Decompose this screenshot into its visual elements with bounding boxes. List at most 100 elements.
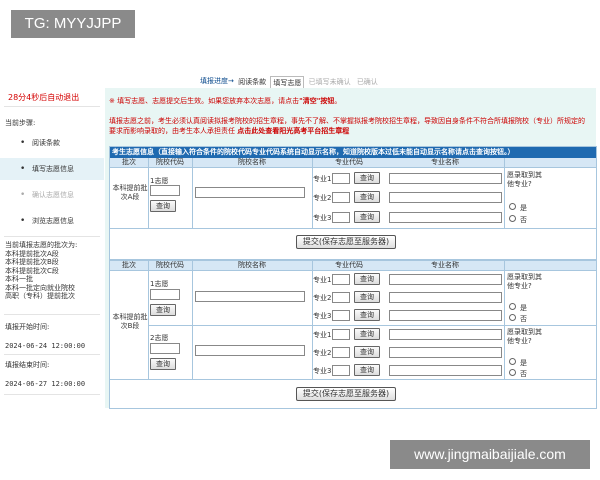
watermark-top: TG: MYYJJPP: [11, 10, 135, 38]
divider: [148, 325, 596, 326]
submit-button[interactable]: 提交(保存志愿至服务器): [296, 235, 396, 249]
accept-no-radio[interactable]: [509, 215, 516, 222]
query-school-button[interactable]: 查询: [150, 200, 176, 212]
sidebar-step-label: 阅读条款: [32, 139, 60, 147]
school-name-input[interactable]: [195, 187, 305, 198]
major-label: 专业1: [313, 276, 332, 284]
submit-button[interactable]: 提交(保存志愿至服务器): [296, 387, 396, 401]
school-code-input[interactable]: [150, 185, 180, 196]
major-code-input[interactable]: [332, 173, 350, 184]
query-school-button[interactable]: 查询: [150, 304, 176, 316]
school-name-input[interactable]: [195, 291, 305, 302]
divider: [110, 379, 596, 380]
tab-read-terms[interactable]: 阅读条款: [236, 76, 268, 88]
choice-panel-b: 批次 院校代码 院校名称 专业代码 专业名称 本科提前批次B段 1志愿 查询 专…: [109, 260, 597, 409]
query-major-button[interactable]: 查询: [354, 191, 380, 203]
sidebar-step-browse-choices[interactable]: • 浏览志愿信息: [0, 210, 104, 232]
end-time-value: 2024-06-27 12:00:00: [5, 380, 86, 388]
major-name-input[interactable]: [389, 347, 502, 358]
query-major-button[interactable]: 查询: [354, 291, 380, 303]
header-batch: 批次: [122, 261, 136, 269]
major-name-input[interactable]: [389, 173, 502, 184]
query-major-button[interactable]: 查询: [354, 346, 380, 358]
accept-yes-radio[interactable]: [509, 358, 516, 365]
choice-panel-a: 考生志愿信息（直接输入符合条件的院校代码专业代码系统自动显示名称，知道院校版本过…: [109, 146, 597, 260]
sidebar-step-label: 确认志愿信息: [32, 191, 74, 199]
divider: [110, 228, 596, 229]
major-label: 专业3: [313, 312, 332, 320]
progress-head: 填报进度→: [200, 77, 234, 85]
notice-rules: 填报志愿之前，考生必须认真阅读拟报考院校的招生章程，事先不了解、不掌握拟报考院校…: [109, 116, 587, 136]
batch-list-title: 当前填报志愿的批次为:: [5, 241, 78, 249]
query-major-button[interactable]: 查询: [354, 309, 380, 321]
sidebar-step-label: 填写志愿信息: [32, 165, 74, 173]
major-name-input[interactable]: [389, 274, 502, 285]
sidebar: 28分4秒后自动退出 当前步骤: • 阅读条款 • 填写志愿信息 • 确认志愿信…: [0, 86, 104, 404]
header-major-code: 专业代码: [335, 158, 363, 166]
major-code-input[interactable]: [332, 292, 350, 303]
accept-yes-radio[interactable]: [509, 303, 516, 310]
header-major-code: 专业代码: [335, 261, 363, 269]
admission-rules-link[interactable]: 点击此处查看阳光高考平台招生章程: [237, 127, 349, 135]
accept-yes-radio[interactable]: [509, 203, 516, 210]
bullet-icon: •: [20, 138, 26, 148]
query-major-button[interactable]: 查询: [354, 172, 380, 184]
batch-list: 当前填报志愿的批次为: 本科提前批次A段 本科提前批次B段 本科提前批次C段 本…: [5, 241, 77, 301]
batch-list-item: 本科一批: [5, 275, 33, 283]
divider: [148, 158, 149, 228]
batch-list-item: 本科提前批次A段: [5, 249, 59, 258]
progress-nav: 填报进度→ 阅读条款 填写志愿 已填写未确认 已确认: [200, 76, 380, 89]
major-code-input[interactable]: [332, 274, 350, 285]
major-name-input[interactable]: [389, 212, 502, 223]
steps-title: 当前步骤:: [5, 119, 36, 127]
accept-yes-label: 是: [520, 304, 527, 312]
countdown-timer: 28分4秒后自动退出: [8, 93, 80, 102]
major-code-input[interactable]: [332, 347, 350, 358]
header-major-name: 专业名称: [431, 261, 459, 269]
batch-list-item: 高职（专科）提前批次: [5, 292, 75, 300]
divider: [504, 158, 505, 228]
accept-no-radio[interactable]: [509, 369, 516, 376]
main-content: ※ 填写志愿、志愿提交后生效。如果您放弃本次志愿，请点击"清空"按钮。 填报志愿…: [105, 88, 597, 409]
major-code-input[interactable]: [332, 192, 350, 203]
accept-no-label: 否: [520, 370, 527, 378]
header-name: 院校名称: [238, 158, 266, 166]
accept-other-question: 愿录取到其他专业?: [507, 273, 542, 290]
divider: [148, 261, 149, 379]
start-time-label: 填报开始时间:: [5, 323, 50, 331]
query-school-button[interactable]: 查询: [150, 358, 176, 370]
header-code: 院校代码: [156, 261, 184, 269]
query-major-button[interactable]: 查询: [354, 273, 380, 285]
panel-title: 考生志愿信息（直接输入符合条件的院校代码专业代码系统自动显示名称，知道院校版本过…: [110, 147, 596, 158]
school-code-input[interactable]: [150, 289, 180, 300]
accept-no-radio[interactable]: [509, 314, 516, 321]
major-code-input[interactable]: [332, 310, 350, 321]
major-label: 专业3: [313, 367, 332, 375]
accept-other-question: 愿录取到其他专业?: [507, 171, 542, 188]
major-name-input[interactable]: [389, 192, 502, 203]
tab-confirmed: 已确认: [356, 78, 378, 86]
sidebar-step-read-terms[interactable]: • 阅读条款: [0, 132, 104, 154]
query-major-button[interactable]: 查询: [354, 328, 380, 340]
school-name-input[interactable]: [195, 345, 305, 356]
accept-yes-label: 是: [520, 204, 527, 212]
tab-unconfirmed: 已填写未确认: [308, 78, 351, 86]
major-name-input[interactable]: [389, 365, 502, 376]
major-name-input[interactable]: [389, 292, 502, 303]
major-code-input[interactable]: [332, 329, 350, 340]
sidebar-step-fill-choices[interactable]: • 填写志愿信息: [0, 158, 104, 180]
query-major-button[interactable]: 查询: [354, 211, 380, 223]
batch-list-item: 本科提前批次C段: [5, 266, 59, 275]
divider: [4, 106, 100, 107]
end-time-label: 填报结束时间:: [5, 361, 50, 369]
divider: [4, 236, 100, 237]
school-code-input[interactable]: [150, 343, 180, 354]
major-code-input[interactable]: [332, 365, 350, 376]
query-major-button[interactable]: 查询: [354, 364, 380, 376]
sidebar-step-label: 浏览志愿信息: [32, 217, 74, 225]
major-code-input[interactable]: [332, 212, 350, 223]
major-name-input[interactable]: [389, 310, 502, 321]
major-label: 专业3: [313, 214, 332, 222]
major-name-input[interactable]: [389, 329, 502, 340]
choice-label: 1志愿: [150, 280, 169, 288]
